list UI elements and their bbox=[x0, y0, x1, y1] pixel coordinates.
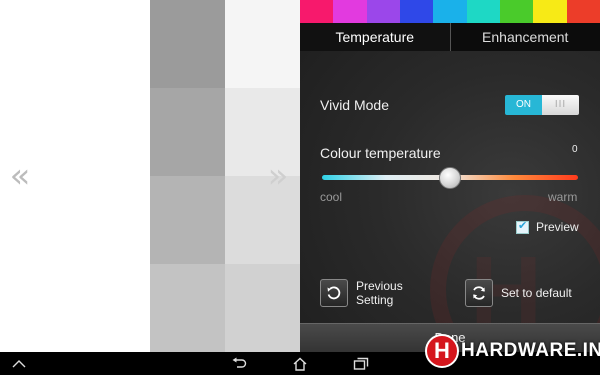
undo-icon bbox=[320, 279, 348, 307]
preview-checkbox[interactable]: ✔ bbox=[516, 219, 529, 234]
colour-temperature-value: 0 bbox=[572, 144, 578, 155]
color-swatch[interactable] bbox=[499, 0, 534, 23]
previous-setting-label: Previous Setting bbox=[356, 279, 403, 307]
toggle-knob: III bbox=[542, 95, 579, 115]
gray-patch bbox=[225, 0, 300, 88]
display-settings-panel: Temperature Enhancement H Vivid Mode ON … bbox=[300, 0, 600, 352]
screen-area: « » Temperature Enhancement H Vivid Mode… bbox=[0, 0, 600, 352]
vivid-mode-toggle[interactable]: ON III bbox=[505, 95, 579, 115]
color-swatch[interactable] bbox=[466, 0, 500, 23]
tab-enhancement[interactable]: Enhancement bbox=[450, 23, 600, 51]
double-chevron-right-icon[interactable]: » bbox=[265, 159, 291, 193]
set-to-default-label: Set to default bbox=[501, 286, 572, 300]
gray-patch bbox=[150, 88, 225, 176]
back-icon[interactable] bbox=[230, 355, 248, 372]
gray-patch bbox=[150, 176, 225, 264]
preview-label: Preview bbox=[536, 220, 579, 234]
color-swatch[interactable] bbox=[333, 0, 367, 23]
refresh-icon bbox=[465, 279, 493, 307]
color-swatch[interactable] bbox=[533, 0, 567, 23]
color-swatch-bar bbox=[300, 0, 600, 23]
slider-max-label: warm bbox=[548, 190, 578, 204]
colour-temperature-label: Colour temperature bbox=[320, 145, 441, 161]
previous-setting-button[interactable]: Previous Setting bbox=[320, 279, 416, 307]
gray-patch bbox=[150, 0, 225, 88]
tab-bar: Temperature Enhancement bbox=[300, 23, 600, 51]
menu-caret-icon[interactable] bbox=[10, 355, 28, 372]
vivid-mode-label: Vivid Mode bbox=[320, 97, 390, 113]
color-swatch[interactable] bbox=[566, 0, 600, 23]
gray-patch bbox=[150, 264, 225, 352]
hardware-info-watermark-logo: H HARDWARE.INFO bbox=[425, 334, 600, 368]
home-icon[interactable] bbox=[291, 355, 309, 372]
set-to-default-button[interactable]: Set to default bbox=[465, 279, 572, 307]
color-swatch[interactable] bbox=[300, 0, 334, 23]
checkmark-icon: ✔ bbox=[518, 219, 528, 232]
gray-patch bbox=[225, 264, 300, 352]
toggle-on-label: ON bbox=[505, 95, 542, 115]
color-swatch[interactable] bbox=[433, 0, 467, 23]
slider-thumb[interactable] bbox=[439, 167, 461, 189]
tab-temperature[interactable]: Temperature bbox=[300, 23, 451, 51]
double-chevron-left-icon[interactable]: « bbox=[7, 159, 33, 193]
recent-apps-icon[interactable] bbox=[352, 355, 370, 372]
logo-mark: H bbox=[425, 334, 459, 368]
logo-text: HARDWARE.INFO bbox=[461, 340, 600, 361]
color-swatch[interactable] bbox=[366, 0, 400, 23]
color-swatch[interactable] bbox=[399, 0, 434, 23]
slider-min-label: cool bbox=[320, 190, 343, 204]
